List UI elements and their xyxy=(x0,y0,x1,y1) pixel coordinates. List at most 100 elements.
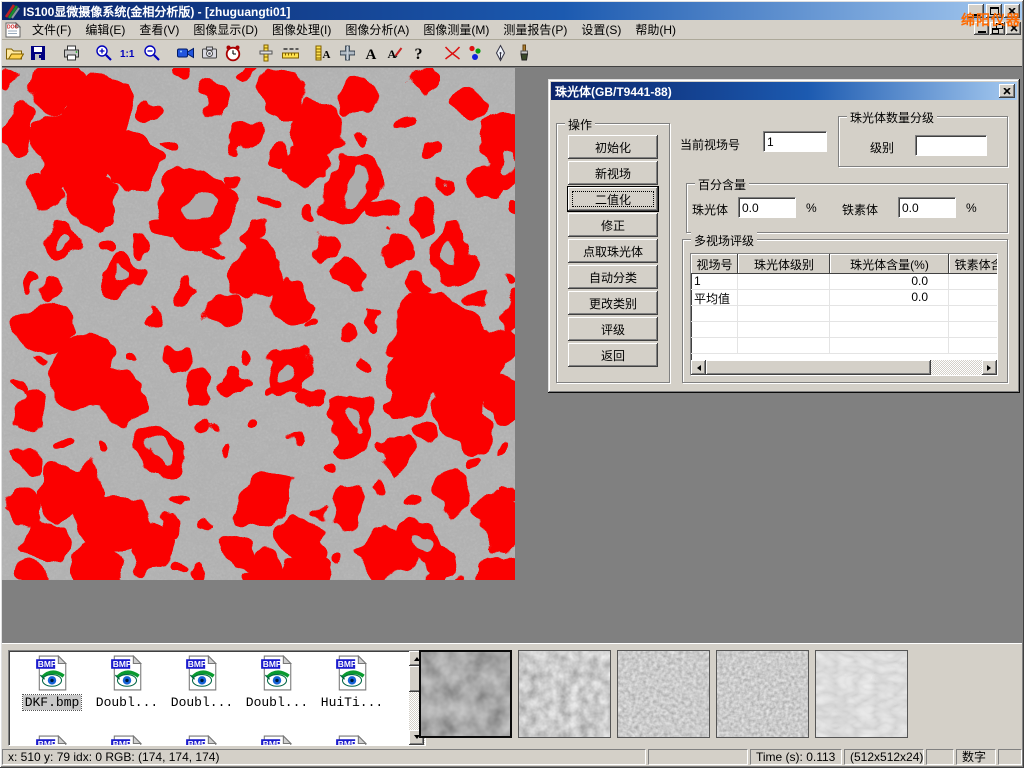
thumbnail-4[interactable] xyxy=(716,650,809,738)
annotate-button[interactable]: A xyxy=(383,41,407,65)
menu-item-measure-report[interactable]: 测量报告(P) xyxy=(496,19,574,40)
pearlite-dialog: 珠光体(GB/T9441-88) 操作 初始化 新视场 二值化 修正 点取珠光体… xyxy=(548,79,1020,393)
file-item[interactable] xyxy=(90,735,164,746)
bmp-file-icon xyxy=(35,735,69,746)
menu-item-image-analysis[interactable]: 图像分析(A) xyxy=(338,19,416,40)
file-item[interactable] xyxy=(315,735,389,746)
file-list[interactable]: DKF.bmp Doubl... Doubl... Doubl... HuiTi… xyxy=(8,650,426,746)
help-button[interactable]: ? xyxy=(407,41,431,65)
bmp-file-icon xyxy=(35,655,69,691)
menu-item-image-display[interactable]: 图像显示(D) xyxy=(186,19,265,40)
status-position: x: 510 y: 79 idx: 0 RGB: (174, 174, 174) xyxy=(2,749,646,765)
text-a-icon: A xyxy=(362,44,380,62)
zoom-in-icon xyxy=(95,44,113,62)
ferrite-percent-input[interactable] xyxy=(898,197,956,218)
text-button[interactable]: A xyxy=(359,41,383,65)
init-button[interactable]: 初始化 xyxy=(568,135,658,159)
rate-button[interactable]: 评级 xyxy=(568,317,658,341)
grid-button[interactable] xyxy=(335,41,359,65)
svg-text:A: A xyxy=(387,47,396,61)
file-item[interactable]: Doubl... xyxy=(240,655,314,710)
col-ferrite: 铁素体含量(%) xyxy=(949,254,998,274)
pearlite-unit: % xyxy=(806,201,817,215)
pearlite-percent-input[interactable] xyxy=(738,197,796,218)
menu-item-help[interactable]: 帮助(H) xyxy=(628,19,683,40)
table-row[interactable]: 1 0.0 xyxy=(691,274,997,290)
status-empty-2 xyxy=(926,749,954,765)
floppy-icon xyxy=(29,44,47,62)
ruler-text-icon: A xyxy=(314,44,332,62)
one-to-one-icon: 1:1 xyxy=(119,44,137,62)
measure-label-button[interactable]: A xyxy=(311,41,335,65)
dialog-titlebar: 珠光体(GB/T9441-88) xyxy=(551,82,1017,100)
video-capture-button[interactable] xyxy=(173,41,197,65)
actual-size-button[interactable]: 1:1 xyxy=(116,41,140,65)
menu-item-settings[interactable]: 设置(S) xyxy=(574,19,628,40)
grade-input[interactable] xyxy=(915,135,987,156)
bmp-file-icon xyxy=(260,735,294,746)
thumbnail-1[interactable] xyxy=(419,650,512,738)
cell-extra xyxy=(949,274,998,290)
ruler-button[interactable] xyxy=(278,41,302,65)
file-item[interactable]: HuiTi... xyxy=(315,655,389,710)
menu-item-image-measure[interactable]: 图像测量(M) xyxy=(416,19,496,40)
classify-tool-button[interactable] xyxy=(464,41,488,65)
arrow-left-icon xyxy=(694,365,701,371)
multiview-table[interactable]: 视场号 珠光体级别 珠光体含量(%) 铁素体含量(%) 1 0.0 平均值 0.… xyxy=(690,253,998,376)
correct-button[interactable]: 修正 xyxy=(568,213,658,237)
table-header-row: 视场号 珠光体级别 珠光体含量(%) 铁素体含量(%) xyxy=(691,254,997,274)
file-item[interactable] xyxy=(15,735,89,746)
thumbnail-5[interactable] xyxy=(815,650,908,738)
brush-icon xyxy=(515,44,533,62)
camera-capture-button[interactable] xyxy=(197,41,221,65)
file-item[interactable]: Doubl... xyxy=(90,655,164,710)
print-button[interactable] xyxy=(59,41,83,65)
thumbnail-2[interactable] xyxy=(518,650,611,738)
menu-item-edit[interactable]: 编辑(E) xyxy=(78,19,132,40)
file-name: Doubl... xyxy=(94,695,160,710)
file-item[interactable] xyxy=(240,735,314,746)
curve-tool-button[interactable] xyxy=(440,41,464,65)
bmp-file-icon xyxy=(185,655,219,691)
arrow-right-icon xyxy=(987,365,994,371)
scroll-left-button[interactable] xyxy=(691,360,706,375)
zoom-out-button[interactable] xyxy=(140,41,164,65)
document-icon: DOC xyxy=(5,22,21,38)
pen-button[interactable] xyxy=(488,41,512,65)
dialog-close-button[interactable] xyxy=(999,84,1015,98)
return-button[interactable]: 返回 xyxy=(568,343,658,367)
thumbnail-3[interactable] xyxy=(617,650,710,738)
zoom-in-button[interactable] xyxy=(92,41,116,65)
open-button[interactable] xyxy=(2,41,26,65)
current-view-input[interactable] xyxy=(763,131,827,152)
menu-item-image-process[interactable]: 图像处理(I) xyxy=(265,19,338,40)
pick-pearlite-button[interactable]: 点取珠光体 xyxy=(568,239,658,263)
brush-button[interactable] xyxy=(512,41,536,65)
color-balls-icon xyxy=(467,44,485,62)
file-name: HuiTi... xyxy=(319,695,385,710)
caliper-button[interactable] xyxy=(254,41,278,65)
menu-item-view[interactable]: 查看(V) xyxy=(132,19,186,40)
cell-level xyxy=(738,274,830,290)
status-time: Time (s): 0.113 xyxy=(750,749,842,765)
save-button[interactable] xyxy=(26,41,50,65)
scroll-right-button[interactable] xyxy=(982,360,997,375)
scroll-thumb[interactable] xyxy=(706,360,931,375)
multiview-group-label: 多视场评级 xyxy=(691,232,757,249)
cell-extra xyxy=(949,290,998,306)
table-row[interactable]: 平均值 0.0 xyxy=(691,290,997,306)
change-class-button[interactable]: 更改类别 xyxy=(568,291,658,315)
table-horizontal-scrollbar[interactable] xyxy=(691,360,997,375)
new-field-button[interactable]: 新视场 xyxy=(568,161,658,185)
svg-text:1:1: 1:1 xyxy=(120,49,135,60)
auto-classify-button[interactable]: 自动分类 xyxy=(568,265,658,289)
clock-icon xyxy=(224,44,242,62)
menu-item-file[interactable]: 文件(F) xyxy=(25,19,78,40)
table-row-empty xyxy=(691,306,997,322)
binarize-button[interactable]: 二值化 xyxy=(568,187,658,211)
file-item[interactable]: Doubl... xyxy=(165,655,239,710)
file-item[interactable] xyxy=(165,735,239,746)
micrograph-image[interactable] xyxy=(2,68,515,580)
timer-button[interactable] xyxy=(221,41,245,65)
file-item[interactable]: DKF.bmp xyxy=(15,655,89,710)
